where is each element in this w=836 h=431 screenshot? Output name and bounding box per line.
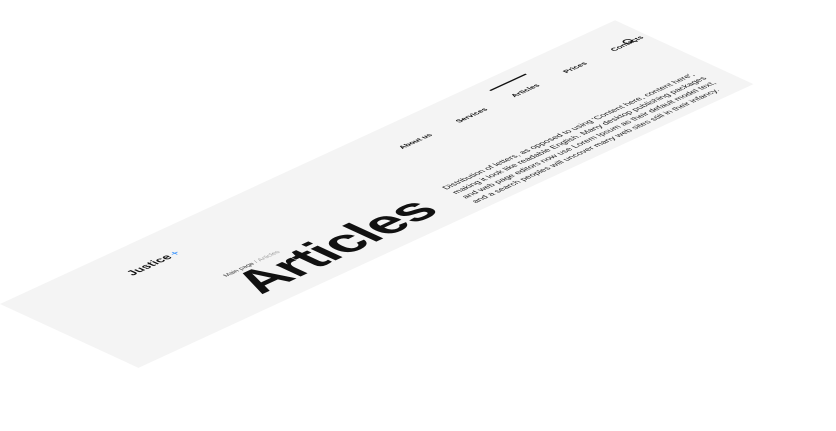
nav-item-about-us[interactable]: About us bbox=[397, 132, 435, 149]
stage: Justice+ About us Services Articles Pric… bbox=[0, 0, 836, 431]
logo-text: Justice bbox=[122, 252, 176, 278]
nav-item-articles[interactable]: Articles bbox=[509, 83, 542, 98]
page-description: Distribution of letters, as opposed to u… bbox=[439, 71, 722, 204]
nav-item-services[interactable]: Services bbox=[454, 107, 490, 124]
page-title: Articles bbox=[218, 192, 452, 300]
nav-item-prices[interactable]: Prices bbox=[561, 61, 589, 74]
logo[interactable]: Justice+ bbox=[123, 249, 184, 277]
page: Justice+ About us Services Articles Pric… bbox=[0, 20, 754, 368]
